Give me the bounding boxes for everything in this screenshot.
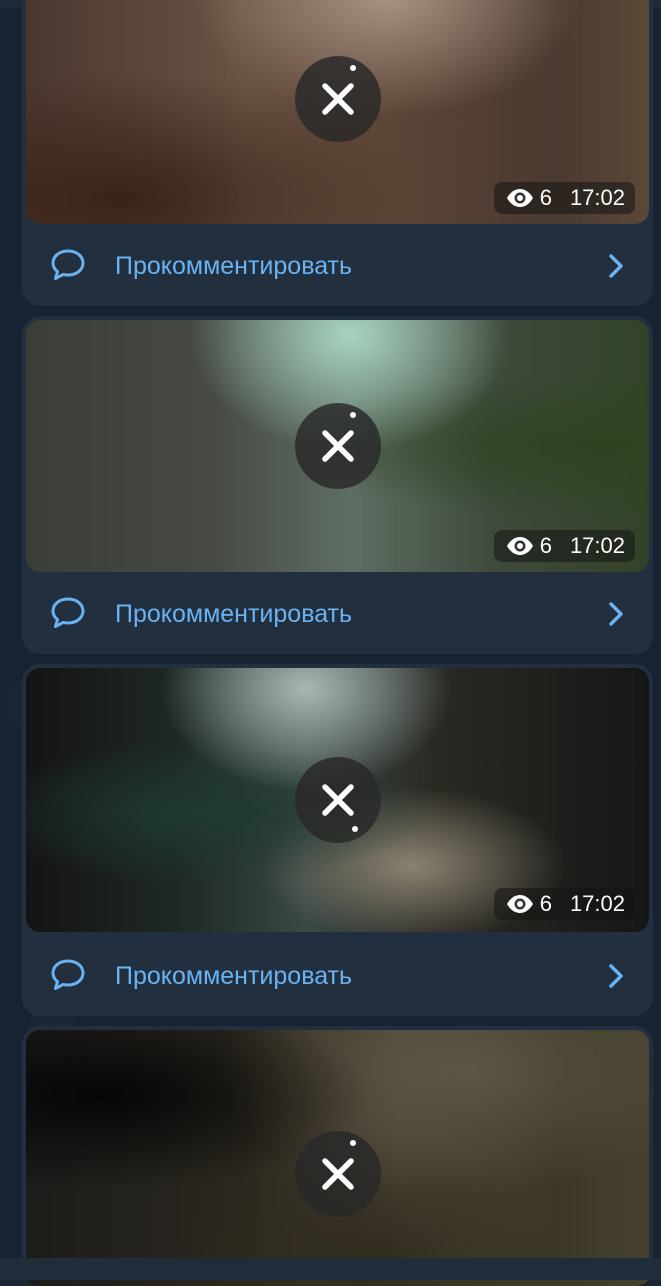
comment-button[interactable]: Прокомментировать <box>22 934 653 1016</box>
channel-post: 6 17:02 Прокомментировать <box>22 316 653 654</box>
channel-post: 6 17:02 Прокомментировать <box>22 0 653 306</box>
close-icon <box>321 784 358 832</box>
post-meta: 6 17:02 <box>493 888 635 920</box>
views-count: 6 <box>539 185 552 210</box>
bottom-bar-edge <box>0 1258 661 1280</box>
video-thumbnail[interactable] <box>26 1030 649 1286</box>
comment-label: Прокомментировать <box>115 252 353 280</box>
comment-bubble-icon <box>51 249 85 280</box>
cancel-download-button[interactable] <box>294 56 381 142</box>
chevron-right-icon <box>609 964 623 988</box>
channel-post: 6 17:02 Прокомментировать <box>22 664 653 1016</box>
comment-bubble-icon <box>51 959 85 990</box>
close-icon <box>321 1140 356 1190</box>
views-count: 6 <box>539 891 552 916</box>
cancel-download-button[interactable] <box>294 757 381 843</box>
eye-icon <box>506 537 533 555</box>
eye-icon <box>506 189 533 207</box>
post-meta: 6 17:02 <box>493 530 635 562</box>
post-time: 17:02 <box>569 185 625 210</box>
video-thumbnail[interactable]: 6 17:02 <box>26 668 649 932</box>
comment-button[interactable]: Прокомментировать <box>22 224 653 306</box>
comment-label: Прокомментировать <box>115 600 353 628</box>
channel-post <box>22 1026 653 1286</box>
post-meta: 6 17:02 <box>493 182 635 214</box>
cancel-download-button[interactable] <box>294 403 381 489</box>
video-thumbnail[interactable]: 6 17:02 <box>26 320 649 572</box>
comment-button[interactable]: Прокомментировать <box>22 572 653 654</box>
post-time: 17:02 <box>569 891 625 916</box>
comment-label: Прокомментировать <box>115 962 353 990</box>
close-icon <box>321 65 356 115</box>
chevron-right-icon <box>609 602 623 626</box>
comment-bubble-icon <box>51 597 85 628</box>
views-count: 6 <box>539 533 552 558</box>
eye-icon <box>506 895 533 913</box>
cancel-download-button[interactable] <box>294 1131 381 1217</box>
video-thumbnail[interactable]: 6 17:02 <box>26 0 649 224</box>
chevron-right-icon <box>609 254 623 278</box>
close-icon <box>321 412 356 462</box>
post-time: 17:02 <box>569 533 625 558</box>
